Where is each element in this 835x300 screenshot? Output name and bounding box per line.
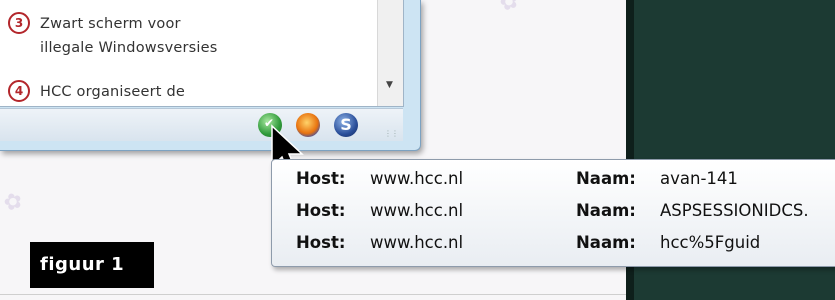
vertical-scrollbar[interactable]: ▼ [377,0,403,106]
naam-value: hcc%5Fguid [660,233,761,252]
resize-grip-icon[interactable]: ⋮⋮ [384,129,399,139]
host-label: Host: [296,233,346,252]
cookie-tooltip: Host: www.hcc.nl Naam: avan-141 Host: ww… [271,159,835,267]
host-value: www.hcc.nl [370,233,464,252]
figure-caption: figuur 1 [30,242,154,288]
news-list[interactable]: 3 Zwart scherm voor illegale Windowsvers… [0,0,404,107]
browser-window: 3 Zwart scherm voor illegale Windowsvers… [0,0,421,151]
status-bar: S ⋮⋮ [0,108,403,141]
naam-label: Naam: [576,233,636,252]
watermark-mark: ✿ [0,187,26,218]
news-item-line: HCC organiseert de [40,84,186,100]
host-value: www.hcc.nl [370,169,464,188]
naam-value: ASPSESSIONIDCS. [660,201,809,220]
news-item-line: illegale Windowsversies [40,40,218,56]
naam-label: Naam: [576,201,636,220]
host-value: www.hcc.nl [370,201,464,220]
divider [0,294,626,295]
news-item-4[interactable]: 4 HCC organiseert de [8,80,185,104]
news-item-3[interactable]: 3 Zwart scherm voor illegale Windowsvers… [8,12,218,60]
host-label: Host: [296,169,346,188]
news-number-badge: 3 [8,12,30,34]
watermark-mark: ✿ [496,0,522,18]
news-item-text: HCC organiseert de [40,80,185,104]
scroll-down-arrow-icon[interactable]: ▼ [386,80,393,90]
news-item-text: Zwart scherm voor illegale Windowsversie… [40,12,218,60]
naam-label: Naam: [576,169,636,188]
news-number-badge: 4 [8,80,30,102]
news-item-line: Zwart scherm voor [40,16,181,32]
s-shield-icon[interactable]: S [334,113,358,137]
naam-value: avan-141 [660,169,738,188]
host-label: Host: [296,201,346,220]
